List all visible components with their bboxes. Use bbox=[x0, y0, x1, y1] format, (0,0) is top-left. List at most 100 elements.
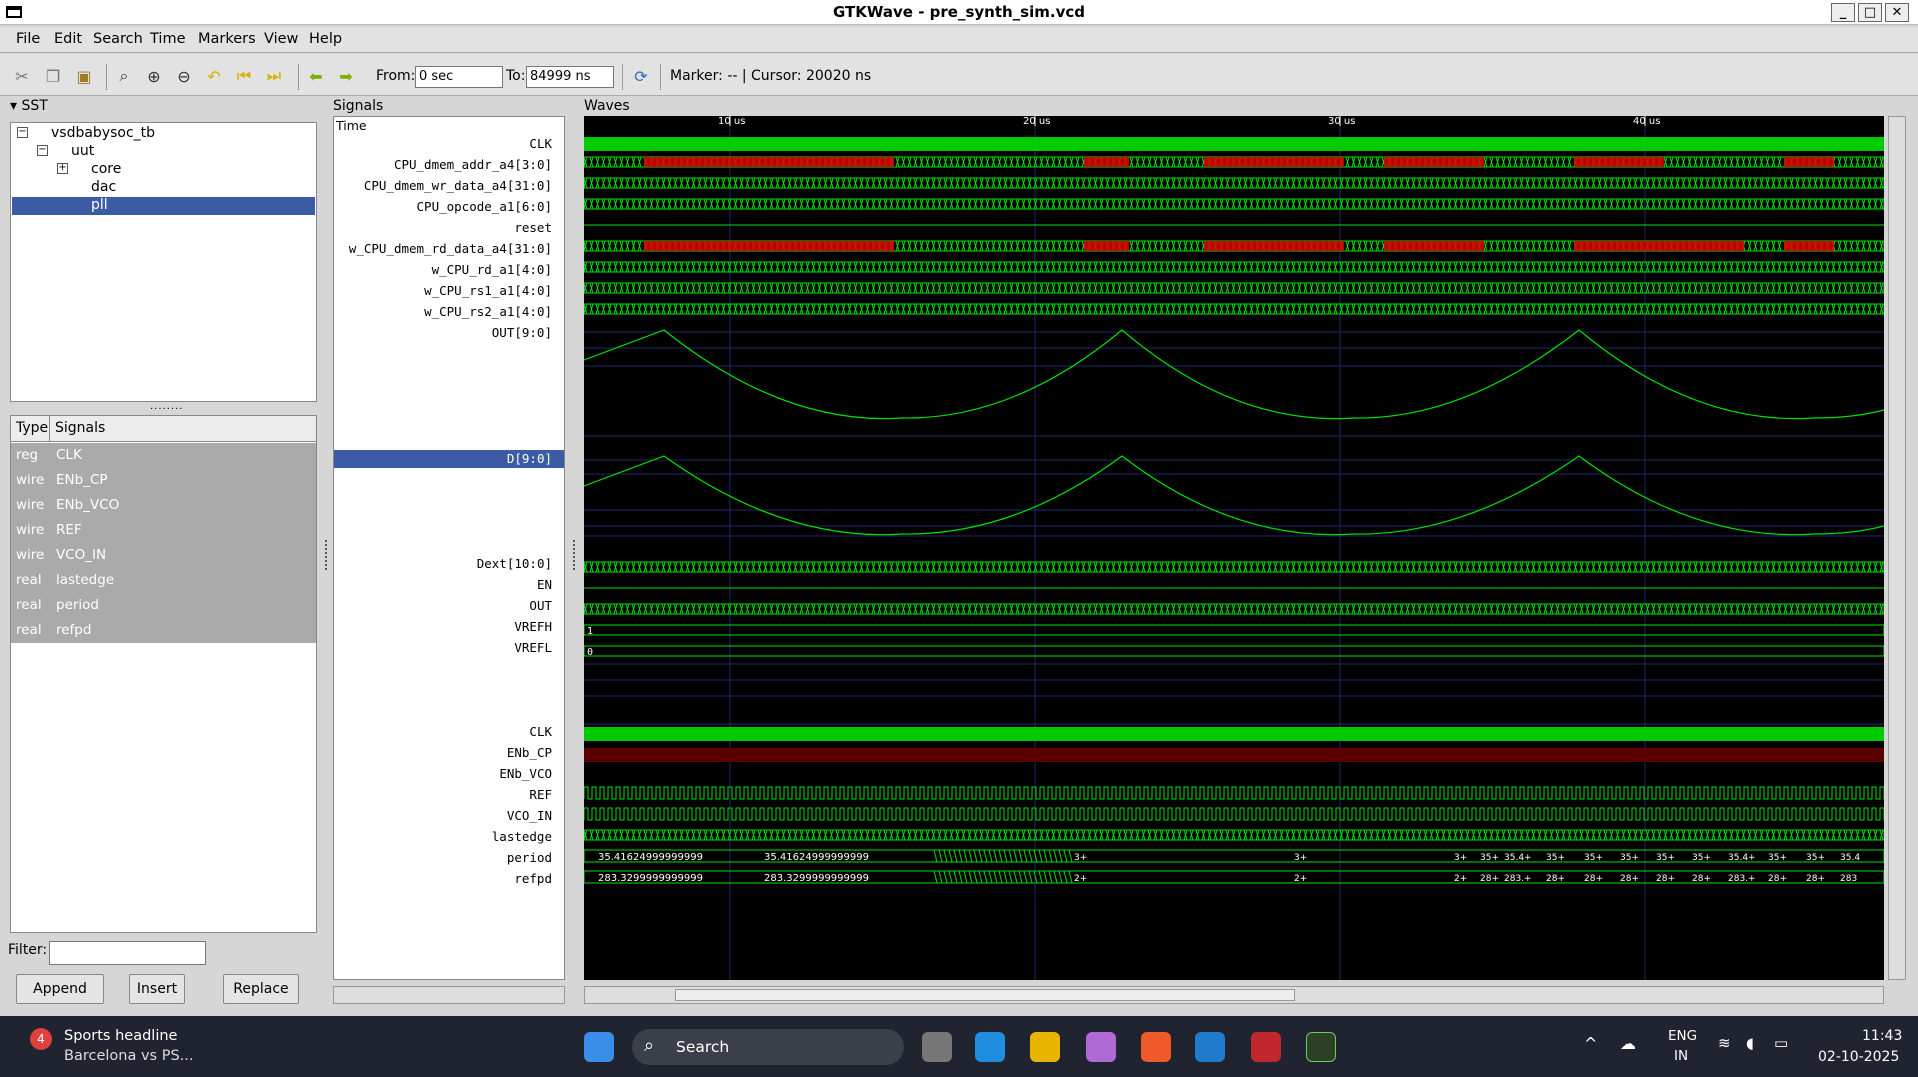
cloud-icon[interactable]: ☁ bbox=[1620, 1034, 1636, 1053]
clock-date[interactable]: 02-10-2025 bbox=[1818, 1049, 1899, 1065]
signal-name[interactable]: w_CPU_rd_a1[4:0] bbox=[432, 262, 552, 277]
insert-button[interactable]: Insert bbox=[129, 974, 185, 1004]
menu-markers[interactable]: Markers bbox=[198, 31, 256, 47]
signal-name[interactable]: VCO_IN bbox=[507, 808, 552, 823]
taskbar-search[interactable]: ⌕ Search bbox=[632, 1029, 904, 1065]
task-view-icon[interactable] bbox=[922, 1032, 952, 1062]
expand-icon[interactable]: − bbox=[37, 145, 48, 156]
menu-search[interactable]: Search bbox=[93, 31, 143, 47]
menu-help[interactable]: Help bbox=[309, 31, 342, 47]
zoom-fit-icon[interactable]: ⌕ bbox=[113, 65, 135, 87]
menu-time[interactable]: Time bbox=[150, 31, 186, 47]
prev-edge-icon[interactable]: ⬅ bbox=[305, 65, 327, 87]
list-item[interactable]: real period bbox=[11, 593, 316, 618]
zoom-start-icon[interactable]: ⏮ bbox=[233, 65, 255, 87]
list-item[interactable]: real refpd bbox=[11, 618, 316, 643]
lang-label[interactable]: ENG bbox=[1668, 1028, 1697, 1044]
news-title[interactable]: Sports headline bbox=[64, 1028, 177, 1044]
wifi-icon[interactable]: ≋ bbox=[1718, 1034, 1731, 1052]
news-subtitle[interactable]: Barcelona vs PS... bbox=[64, 1048, 193, 1064]
to-field[interactable]: 84999 ns bbox=[526, 66, 614, 88]
tree-item-pll[interactable]: pll bbox=[91, 197, 108, 213]
list-item[interactable]: wire ENb_VCO bbox=[11, 493, 316, 518]
undo-zoom-icon[interactable]: ↶ bbox=[203, 65, 225, 87]
chevron-up-icon[interactable]: ^ bbox=[1584, 1034, 1597, 1053]
windows-start-icon[interactable] bbox=[584, 1032, 614, 1062]
signal-name[interactable]: D[9:0] bbox=[507, 451, 552, 466]
reload-icon[interactable]: ⟳ bbox=[630, 65, 652, 87]
signal-name[interactable]: w_CPU_rs1_a1[4:0] bbox=[424, 283, 552, 298]
signal-name[interactable]: ENb_CP bbox=[507, 745, 552, 760]
time-label[interactable]: Time bbox=[336, 118, 367, 133]
tree-item-dac[interactable]: dac bbox=[91, 179, 116, 195]
copy-icon[interactable]: ❐ bbox=[42, 65, 64, 87]
next-edge-icon[interactable]: ➡ bbox=[335, 65, 357, 87]
pane-grip[interactable]: ········ bbox=[150, 404, 183, 415]
list-item[interactable]: reg CLK bbox=[11, 443, 316, 468]
scrollbar-thumb[interactable] bbox=[675, 989, 1295, 1001]
waves-vscrollbar[interactable] bbox=[1888, 116, 1906, 980]
signal-name[interactable]: lastedge bbox=[492, 829, 552, 844]
zoom-end-icon[interactable]: ⏭ bbox=[263, 65, 285, 87]
zoom-in-icon[interactable]: ⊕ bbox=[143, 65, 165, 87]
signal-name[interactable]: Dext[10:0] bbox=[477, 556, 552, 571]
tree-item-vsdbabysoc_tb[interactable]: vsdbabysoc_tb bbox=[51, 125, 155, 141]
maximize-button[interactable]: □ bbox=[1858, 3, 1882, 22]
region-label[interactable]: IN bbox=[1674, 1048, 1688, 1064]
expand-icon[interactable]: − bbox=[17, 127, 28, 138]
cut-icon[interactable]: ✂ bbox=[11, 65, 33, 87]
signals-hscrollbar[interactable] bbox=[333, 986, 565, 1004]
clock-time[interactable]: 11:43 bbox=[1862, 1028, 1902, 1044]
chrome-icon[interactable] bbox=[1030, 1032, 1060, 1062]
close-button[interactable]: ✕ bbox=[1885, 3, 1909, 22]
battery-icon[interactable]: ▭ bbox=[1774, 1034, 1788, 1052]
list-item[interactable]: wire ENb_CP bbox=[11, 468, 316, 493]
volume-icon[interactable]: ◖ bbox=[1746, 1034, 1754, 1052]
signal-name[interactable]: CLK bbox=[529, 136, 552, 151]
zoom-out-icon[interactable]: ⊖ bbox=[173, 65, 195, 87]
menu-file[interactable]: File bbox=[16, 31, 40, 47]
signals-col-header[interactable]: Signals bbox=[55, 420, 105, 436]
edge-icon[interactable] bbox=[975, 1032, 1005, 1062]
signal-name[interactable]: CPU_dmem_addr_a4[3:0] bbox=[394, 157, 552, 172]
signal-name[interactable]: REF bbox=[529, 787, 552, 802]
signal-name[interactable]: EN bbox=[537, 577, 552, 592]
waves-hscrollbar[interactable] bbox=[584, 986, 1884, 1004]
sst-header[interactable]: ▾ SST bbox=[10, 98, 48, 114]
list-item[interactable]: wire REF bbox=[11, 518, 316, 543]
paste-icon[interactable]: ▣ bbox=[73, 65, 95, 87]
signal-name[interactable]: CPU_dmem_wr_data_a4[31:0] bbox=[364, 178, 552, 193]
waveform-canvas[interactable]: 10 us 20 us 30 us 40 us 1 0 35.41624999999999 3… bbox=[584, 116, 1884, 980]
tree-item-uut[interactable]: uut bbox=[71, 143, 94, 159]
expand-icon[interactable]: + bbox=[57, 163, 68, 174]
minimize-button[interactable]: _ bbox=[1831, 3, 1855, 22]
mcafee-icon[interactable] bbox=[1251, 1032, 1281, 1062]
signal-name[interactable]: OUT bbox=[529, 598, 552, 613]
signal-name[interactable]: CPU_opcode_a1[6:0] bbox=[417, 199, 552, 214]
vscode-icon[interactable] bbox=[1195, 1032, 1225, 1062]
menu-edit[interactable]: Edit bbox=[54, 31, 82, 47]
tree-item-core[interactable]: core bbox=[91, 161, 121, 177]
append-button[interactable]: Append bbox=[16, 974, 104, 1004]
signal-name[interactable]: refpd bbox=[514, 871, 552, 886]
filter-input[interactable] bbox=[49, 941, 206, 965]
signal-name[interactable]: CLK bbox=[529, 724, 552, 739]
list-item[interactable]: wire VCO_IN bbox=[11, 543, 316, 568]
signal-name[interactable]: w_CPU_dmem_rd_data_a4[31:0] bbox=[349, 241, 552, 256]
signal-name[interactable]: VREFL bbox=[514, 640, 552, 655]
from-field[interactable]: 0 sec bbox=[415, 66, 503, 88]
replace-button[interactable]: Replace bbox=[223, 974, 299, 1004]
brave-icon[interactable] bbox=[1141, 1032, 1171, 1062]
copilot-icon[interactable] bbox=[1086, 1032, 1116, 1062]
signal-name[interactable]: ENb_VCO bbox=[499, 766, 552, 781]
pane-splitter[interactable] bbox=[325, 540, 329, 570]
type-col-header[interactable]: Type bbox=[16, 420, 48, 436]
signal-name[interactable]: reset bbox=[514, 220, 552, 235]
signal-name[interactable]: VREFH bbox=[514, 619, 552, 634]
signal-name[interactable]: period bbox=[507, 850, 552, 865]
signal-name[interactable]: w_CPU_rs2_a1[4:0] bbox=[424, 304, 552, 319]
signal-name[interactable]: OUT[9:0] bbox=[492, 325, 552, 340]
menu-view[interactable]: View bbox=[264, 31, 298, 47]
list-item[interactable]: real lastedge bbox=[11, 568, 316, 593]
gtkwave-icon[interactable] bbox=[1306, 1032, 1336, 1062]
